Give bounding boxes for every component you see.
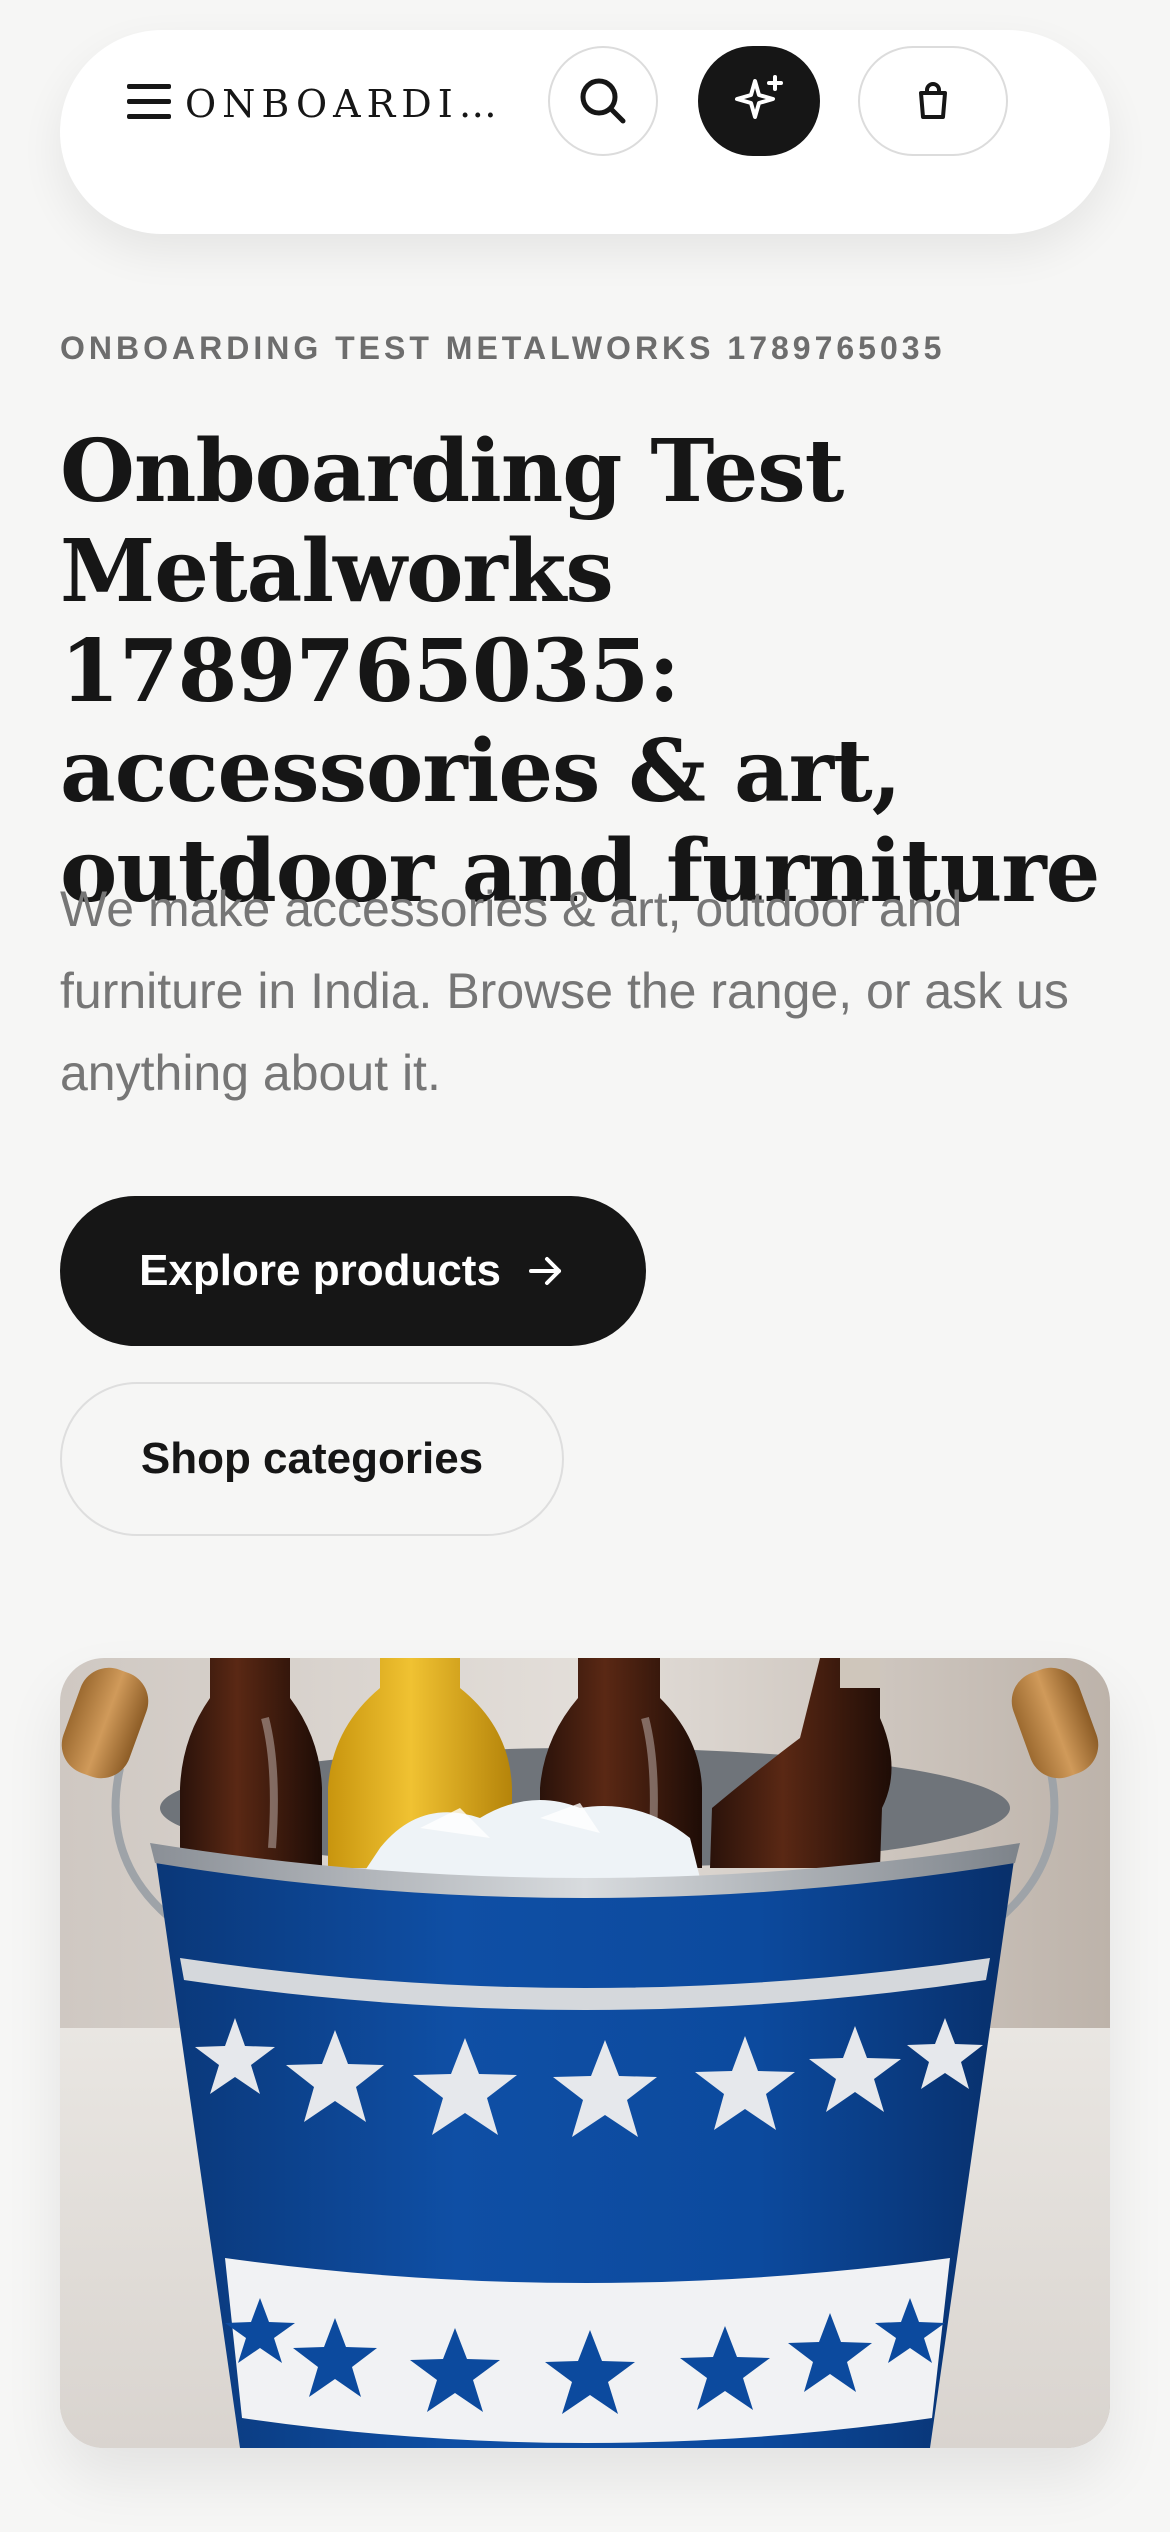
explore-products-button[interactable]: Explore products [60,1196,646,1346]
arrow-right-icon [528,1257,561,1285]
hamburger-menu-icon[interactable] [105,62,185,142]
search-button[interactable] [548,46,658,156]
hero-eyebrow: ONBOARDING TEST METALWORKS 1789765035 [60,330,946,366]
cart-button[interactable] [858,46,1008,156]
brand-name[interactable]: ONBOARDI… [185,80,565,128]
explore-products-label: Explore products [139,1246,501,1295]
search-icon [580,78,626,124]
ice-bucket-illustration [60,1658,1110,2448]
hero-description: We make accessories & art, outdoor and f… [60,881,1069,1101]
hero-product-image [60,1658,1110,2448]
shop-categories-button[interactable]: Shop categories [60,1382,564,1536]
hero-headline: Onboarding Test Metalworks 1789765035: a… [60,421,1100,922]
shopping-bag-icon [919,82,947,119]
ai-assistant-button[interactable] [698,46,820,156]
sparkles-icon [735,75,783,119]
